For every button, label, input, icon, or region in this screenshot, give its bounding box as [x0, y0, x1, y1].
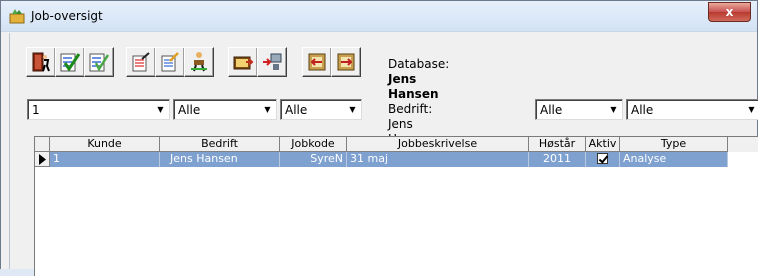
- filter-type-select[interactable]: Alle ▼: [626, 99, 758, 120]
- database-name: Jens Hansen: [388, 72, 439, 101]
- column-header-kunde[interactable]: Kunde: [50, 137, 160, 152]
- database-label: Database:: [388, 57, 450, 71]
- column-header-jobbeskrivelse[interactable]: Jobbeskrivelse: [347, 137, 529, 152]
- aktiv-checkbox[interactable]: [597, 153, 608, 164]
- column-header-aktiv[interactable]: Aktiv: [586, 137, 620, 152]
- check-list-button[interactable]: [84, 47, 114, 77]
- import-button[interactable]: [302, 47, 332, 77]
- approve-list-button[interactable]: [55, 47, 85, 77]
- filter-kunde-select[interactable]: 1 ▼: [27, 99, 170, 120]
- edit-list-button[interactable]: [126, 47, 156, 77]
- transfer-button[interactable]: [257, 47, 287, 77]
- filter-bedrift-value: Alle: [178, 103, 201, 117]
- cell-jobkode[interactable]: SyreN: [280, 152, 347, 167]
- filter-type-value: Alle: [631, 103, 654, 117]
- app-icon: [9, 9, 25, 24]
- worker-button[interactable]: [184, 47, 214, 77]
- export-button[interactable]: [331, 47, 361, 77]
- chevron-down-icon[interactable]: ▼: [606, 101, 621, 118]
- filter-jobkode-select[interactable]: Alle ▼: [280, 99, 362, 120]
- grid-header: Kunde Bedrift Jobkode Jobbeskrivelse Høs…: [35, 137, 758, 152]
- close-icon: x: [725, 5, 734, 19]
- client-area: Database: Jens Hansen Bedrift: Jens Hans…: [9, 33, 758, 276]
- filter-jobkode-value: Alle: [285, 103, 308, 117]
- row-indicator-arrow-icon[interactable]: [35, 152, 50, 167]
- row-indicator-header: [35, 137, 50, 152]
- filter-aar-select[interactable]: Alle ▼: [535, 99, 623, 120]
- cell-hoestaar[interactable]: 2011: [529, 152, 586, 167]
- cell-type[interactable]: Analyse: [620, 152, 728, 167]
- close-button[interactable]: x: [708, 2, 751, 22]
- import-icon: [308, 53, 326, 71]
- job-grid[interactable]: Kunde Bedrift Jobkode Jobbeskrivelse Høs…: [34, 136, 758, 276]
- edit-list-pencil-icon: [161, 52, 179, 72]
- job-oversigt-window: Job-oversigt x Database: Jens Hansen Bed…: [0, 0, 758, 276]
- filter-aar-value: Alle: [540, 103, 563, 117]
- checklist-check-icon: [89, 53, 110, 72]
- table-row[interactable]: 1 Jens Hansen SyreN 31 maj 2011 Analyse: [35, 152, 758, 167]
- filter-bedrift-select[interactable]: Alle ▼: [173, 99, 277, 120]
- cell-aktiv[interactable]: [586, 152, 620, 167]
- window-title: Job-oversigt: [31, 9, 103, 23]
- cell-bedrift[interactable]: Jens Hansen: [160, 152, 280, 167]
- chevron-down-icon[interactable]: ▼: [260, 101, 275, 118]
- cell-kunde[interactable]: 1: [50, 152, 160, 167]
- filter-kunde-value: 1: [32, 103, 40, 117]
- worker-figure-icon: [191, 52, 207, 72]
- export-icon: [337, 53, 355, 71]
- chevron-down-icon[interactable]: ▼: [153, 101, 168, 118]
- title-bar[interactable]: Job-oversigt x: [1, 1, 757, 32]
- edit-list-2-button[interactable]: [155, 47, 185, 77]
- exit-button[interactable]: [26, 47, 56, 77]
- filter-bar: 1 ▼ Alle ▼ Alle ▼ Alle ▼ Alle ▼: [10, 99, 758, 123]
- chevron-down-icon[interactable]: ▼: [744, 101, 758, 118]
- computer-arrow-icon: [263, 53, 282, 70]
- column-header-hoestaar[interactable]: Høstår: [529, 137, 586, 152]
- cell-jobbeskrivelse[interactable]: 31 maj: [347, 152, 529, 167]
- exit-door-icon: [32, 52, 50, 72]
- edit-list-icon: [132, 52, 150, 72]
- column-header-jobkode[interactable]: Jobkode: [280, 137, 347, 152]
- column-header-type[interactable]: Type: [620, 137, 728, 152]
- column-header-bedrift[interactable]: Bedrift: [160, 137, 280, 152]
- checklist-green-icon: [60, 53, 81, 72]
- print-preview-button[interactable]: [228, 47, 258, 77]
- chevron-down-icon[interactable]: ▼: [345, 101, 360, 118]
- print-preview-icon: [233, 56, 254, 70]
